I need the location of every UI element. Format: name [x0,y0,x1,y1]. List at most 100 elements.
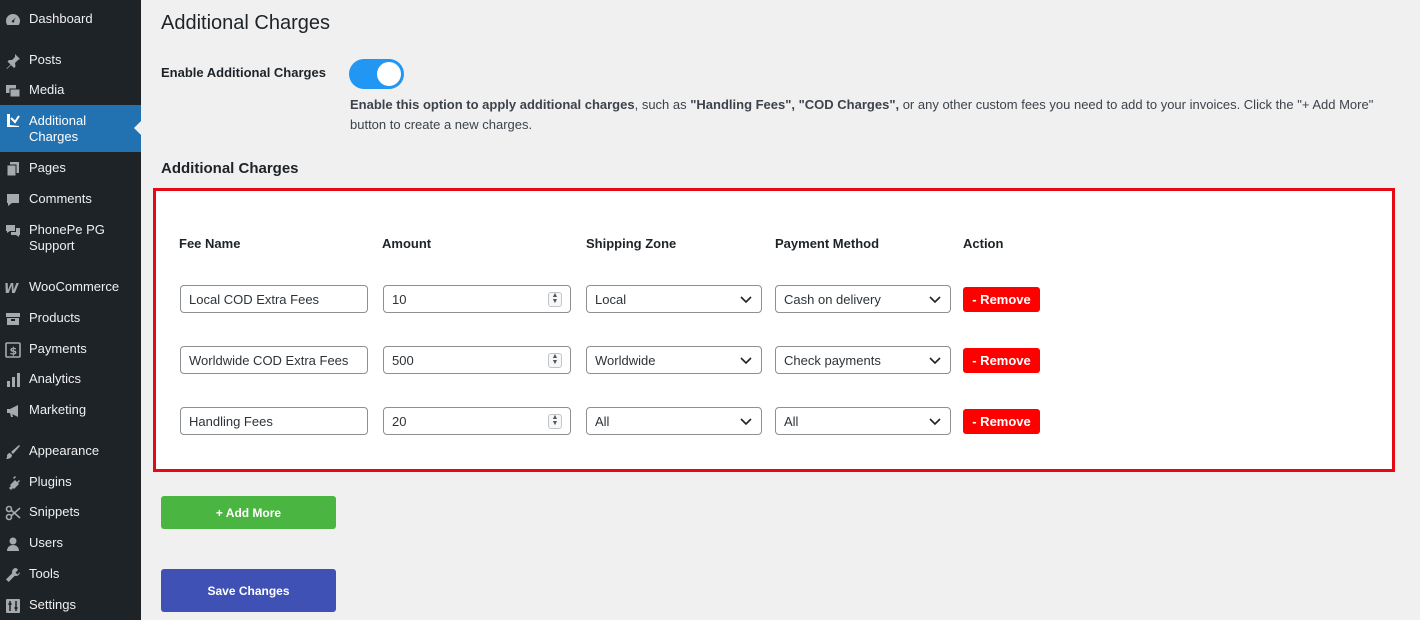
sidebar-item-appearance[interactable]: Appearance [0,443,141,461]
column-header-payment-method: Payment Method [775,236,880,251]
sidebar-item-pages[interactable]: Pages [0,160,141,178]
amount-value: 10 [392,291,407,307]
plug-icon [4,474,22,492]
amount-input[interactable]: 500 ▲ ▼ [383,346,571,374]
column-header-amount: Amount [382,236,432,251]
sidebar-item-label: Products [29,310,81,325]
woocommerce-icon: W [4,279,22,297]
megaphone-icon [4,402,22,420]
toggle-knob [377,62,401,86]
column-header-action: Action [963,236,1004,251]
sidebar-item-label: Settings [29,597,76,612]
sidebar-item-label: Marketing [29,402,87,417]
save-changes-button[interactable]: Save Changes [161,569,336,612]
number-spinner-icon[interactable]: ▲ ▼ [548,292,562,307]
number-spinner-icon[interactable]: ▲ ▼ [548,414,562,429]
shipping-zone-select[interactable]: Worldwide [586,346,762,374]
chevron-down-icon [929,357,941,365]
column-header-shipping-zone: Shipping Zone [586,236,677,251]
admin-sidebar: Dashboard Posts Media Additional Charges… [0,0,141,620]
fee-name-value: Worldwide COD Extra Fees [189,352,349,368]
fee-name-value: Local COD Extra Fees [189,291,320,307]
fee-name-input[interactable]: Local COD Extra Fees [180,285,368,313]
user-icon [4,535,22,553]
brush-icon [4,443,22,461]
shipping-zone-value: All [595,413,610,429]
sidebar-item-posts[interactable]: Posts [0,52,141,70]
media-icon [4,82,22,100]
chevron-down-icon [929,418,941,426]
comment-icon [4,191,22,209]
sidebar-item-label: Users [29,535,63,550]
sidebar-item-label: Payments [29,341,87,356]
description-bold-text: Enable this option to apply additional c… [350,97,635,112]
sidebar-item-label: Appearance [29,443,100,458]
sidebar-item-label: WooCommerce [29,279,120,294]
sidebar-item-snippets[interactable]: Snippets [0,504,141,522]
settings-icon [4,597,22,615]
remove-button[interactable]: - Remove [963,409,1040,434]
sidebar-item-payments[interactable]: $ Payments [0,341,141,359]
bars-icon [4,111,22,129]
svg-text:W: W [4,282,19,295]
payment-method-value: Cash on delivery [784,291,881,307]
sidebar-item-media[interactable]: Media [0,82,141,100]
page-icon [4,160,22,178]
sidebar-item-marketing[interactable]: Marketing [0,402,141,420]
sidebar-item-label: Posts [29,52,62,67]
sidebar-item-label: Media [29,82,65,97]
fee-name-value: Handling Fees [189,413,273,429]
sidebar-item-woocommerce[interactable]: W WooCommerce [0,279,141,297]
page-title: Additional Charges [161,12,330,34]
sidebar-item-dashboard[interactable]: Dashboard [0,11,141,29]
wrench-icon [4,566,22,584]
chevron-down-icon [929,296,941,304]
remove-button[interactable]: - Remove [963,287,1040,312]
sidebar-item-label: Plugins [29,474,72,489]
description-bold-text: "Handling Fees", "COD Charges", [690,97,900,112]
sidebar-item-label: Dashboard [29,11,93,26]
sidebar-item-tools[interactable]: Tools [0,566,141,584]
sidebar-item-label: Tools [29,566,60,581]
fee-name-input[interactable]: Handling Fees [180,407,368,435]
sidebar-item-products[interactable]: Products [0,310,141,328]
payment-method-select[interactable]: All [775,407,951,435]
chevron-down-icon [740,418,752,426]
enable-additional-charges-label: Enable Additional Charges [161,65,326,80]
section-title: Additional Charges [161,160,299,177]
sidebar-item-plugins[interactable]: Plugins [0,474,141,492]
sidebar-item-label: Analytics [29,371,82,386]
enable-additional-charges-toggle[interactable] [349,59,404,89]
fee-name-input[interactable]: Worldwide COD Extra Fees [180,346,368,374]
archive-icon [4,310,22,328]
chevron-down-icon [740,357,752,365]
shipping-zone-select[interactable]: Local [586,285,762,313]
amount-input[interactable]: 10 ▲ ▼ [383,285,571,313]
add-more-button[interactable]: + Add More [161,496,336,529]
column-header-fee-name: Fee Name [179,236,241,251]
sidebar-item-comments[interactable]: Comments [0,191,141,209]
shipping-zone-select[interactable]: All [586,407,762,435]
sidebar-item-label: Comments [29,191,92,206]
sidebar-item-label: PhonePe PG Support [29,222,105,253]
sidebar-item-label: Pages [29,160,66,175]
sidebar-item-label: Additional Charges [29,113,87,144]
sidebar-item-users[interactable]: Users [0,535,141,553]
sidebar-item-analytics[interactable]: Analytics [0,371,141,389]
amount-input[interactable]: 20 ▲ ▼ [383,407,571,435]
amount-value: 20 [392,413,407,429]
chevron-down-icon [740,296,752,304]
comments-icon [4,222,22,240]
sidebar-item-phonepe-pg-support[interactable]: PhonePe PG Support [0,222,141,256]
chart-icon [4,371,22,389]
payment-method-select[interactable]: Cash on delivery [775,285,951,313]
remove-button[interactable]: - Remove [963,348,1040,373]
payment-method-select[interactable]: Check payments [775,346,951,374]
dashboard-icon [4,11,22,29]
number-spinner-icon[interactable]: ▲ ▼ [548,353,562,368]
shipping-zone-value: Worldwide [595,352,656,368]
sidebar-item-additional-charges[interactable]: Additional Charges [0,105,141,152]
enable-description: Enable this option to apply additional c… [350,95,1390,135]
amount-value: 500 [392,352,414,368]
sidebar-item-settings[interactable]: Settings [0,597,141,615]
